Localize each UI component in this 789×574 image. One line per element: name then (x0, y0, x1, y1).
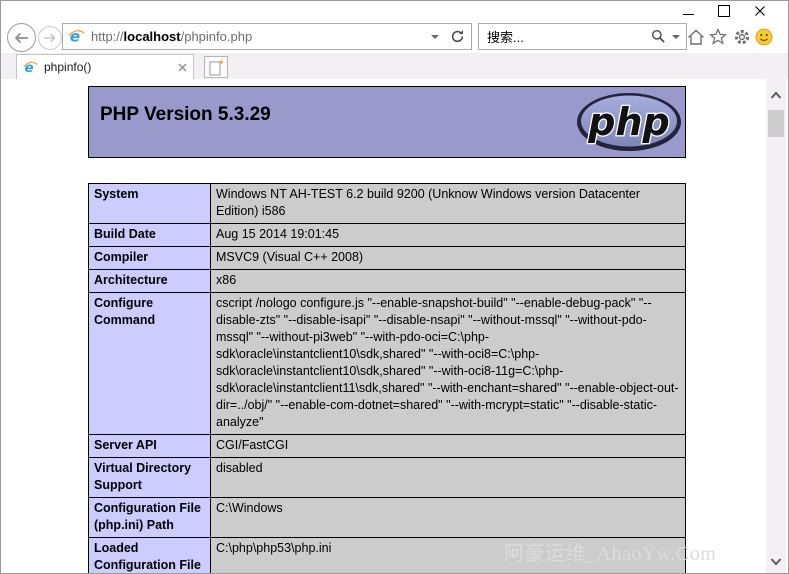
row-value: Windows NT AH-TEST 6.2 build 9200 (Unkno… (211, 184, 686, 224)
address-bar[interactable]: e http://localhost/phpinfo.php (62, 23, 472, 50)
forward-arrow-icon (43, 32, 57, 44)
row-label: Configuration File (php.ini) Path (89, 498, 211, 538)
svg-text:php: php (587, 100, 669, 144)
table-row: Loaded Configuration FileC:\php\php53\ph… (89, 538, 686, 574)
search-input[interactable]: 搜索... (478, 23, 687, 50)
row-label: Build Date (89, 224, 211, 247)
row-label: Architecture (89, 270, 211, 293)
back-arrow-icon (13, 31, 30, 45)
tab-bar: e phpinfo() (1, 53, 788, 79)
gear-icon (733, 28, 751, 46)
php-version-header: PHP Version 5.3.29 php (88, 86, 686, 158)
row-value: x86 (211, 270, 686, 293)
forward-button[interactable] (38, 26, 62, 50)
new-tab-button[interactable] (204, 56, 228, 78)
window-controls (670, 3, 778, 19)
ie-favicon: e (68, 28, 85, 45)
star-icon (709, 28, 727, 46)
new-tab-icon (209, 59, 224, 76)
vertical-scrollbar[interactable] (766, 79, 786, 573)
table-row: Server APICGI/FastCGI (89, 435, 686, 458)
feedback-button[interactable] (754, 27, 774, 47)
close-button[interactable] (742, 3, 778, 19)
tab-close-icon (178, 63, 187, 72)
home-icon (687, 29, 705, 46)
table-row: Architecturex86 (89, 270, 686, 293)
row-label: Loaded Configuration File (89, 538, 211, 574)
maximize-button[interactable] (706, 3, 742, 19)
table-row: Build DateAug 15 2014 19:01:45 (89, 224, 686, 247)
row-label: Virtual Directory Support (89, 458, 211, 498)
table-row: Configure Commandcscript /nologo configu… (89, 293, 686, 435)
php-logo: php (575, 91, 683, 153)
row-value: MSVC9 (Visual C++ 2008) (211, 247, 686, 270)
url-path: /phpinfo.php (181, 29, 253, 44)
title-bar (1, 1, 788, 19)
search-controls (651, 29, 686, 44)
back-button[interactable] (7, 23, 36, 52)
close-icon (754, 5, 766, 17)
minimize-icon (683, 14, 694, 15)
chevron-up-icon (770, 91, 782, 100)
browser-window: e http://localhost/phpinfo.php 搜索... (0, 0, 789, 574)
row-label: Server API (89, 435, 211, 458)
page-content: PHP Version 5.3.29 php SystemWindows NT … (1, 79, 765, 573)
refresh-button[interactable] (445, 29, 469, 44)
row-value: C:\Windows (211, 498, 686, 538)
settings-button[interactable] (732, 27, 752, 47)
refresh-icon (450, 29, 465, 44)
row-value: C:\php\php53\php.ini (211, 538, 686, 574)
search-icon[interactable] (651, 29, 666, 44)
row-value: cscript /nologo configure.js "--enable-s… (211, 293, 686, 435)
row-value: disabled (211, 458, 686, 498)
row-label: System (89, 184, 211, 224)
tab-title: phpinfo() (44, 60, 91, 74)
scrollbar-thumb[interactable] (768, 110, 784, 137)
phpinfo-table: SystemWindows NT AH-TEST 6.2 build 9200 … (88, 183, 686, 573)
smiley-icon (755, 28, 773, 46)
tab-close-button[interactable] (178, 63, 187, 72)
search-dropdown-icon[interactable] (672, 35, 680, 39)
address-bar-controls (425, 29, 471, 44)
url-protocol: http:// (91, 29, 124, 44)
favorites-button[interactable] (708, 27, 728, 47)
scroll-up-button[interactable] (766, 91, 786, 100)
table-row: Configuration File (php.ini) PathC:\Wind… (89, 498, 686, 538)
chevron-down-icon (770, 557, 782, 566)
search-placeholder: 搜索... (487, 27, 524, 46)
row-label: Configure Command (89, 293, 211, 435)
address-dropdown-icon[interactable] (431, 35, 439, 39)
scroll-down-button[interactable] (766, 557, 786, 566)
row-label: Compiler (89, 247, 211, 270)
minimize-button[interactable] (670, 3, 706, 19)
table-row: CompilerMSVC9 (Visual C++ 2008) (89, 247, 686, 270)
row-value: CGI/FastCGI (211, 435, 686, 458)
table-row: Virtual Directory Supportdisabled (89, 458, 686, 498)
row-value: Aug 15 2014 19:01:45 (211, 224, 686, 247)
ie-tab-favicon: e (23, 60, 38, 75)
url-text: http://localhost/phpinfo.php (91, 29, 252, 44)
navigation-toolbar: e http://localhost/phpinfo.php 搜索... (1, 19, 788, 53)
url-host: localhost (124, 29, 181, 44)
maximize-icon (718, 5, 730, 17)
table-row: SystemWindows NT AH-TEST 6.2 build 9200 … (89, 184, 686, 224)
home-button[interactable] (686, 27, 706, 47)
tab-phpinfo[interactable]: e phpinfo() (16, 54, 194, 79)
